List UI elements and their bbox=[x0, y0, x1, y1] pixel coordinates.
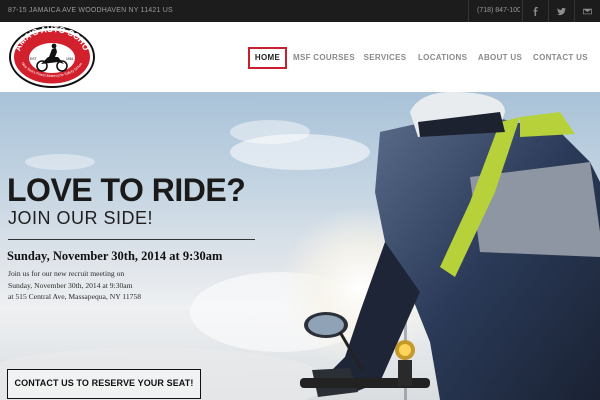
nav-locations[interactable]: LOCATIONS bbox=[418, 47, 467, 69]
event-details: Join us for our new recruit meeting on S… bbox=[8, 268, 141, 303]
event-line: Join us for our new recruit meeting on bbox=[8, 269, 125, 278]
event-line: Sunday, November 30th, 2014 at 9:30am bbox=[8, 280, 133, 290]
event-date-heading: Sunday, November 30th, 2014 at 9:30am bbox=[7, 249, 223, 263]
event-line: at 515 Central Ave, Massapequa, NY 11758 bbox=[8, 292, 142, 301]
hero-background-image bbox=[0, 92, 600, 400]
hero-banner: LOVE TO RIDE? JOIN OUR SIDE! Sunday, Nov… bbox=[0, 92, 600, 400]
nav-home[interactable]: HOME bbox=[248, 47, 287, 69]
twitter-icon[interactable] bbox=[548, 0, 574, 22]
logo-est: EST bbox=[30, 57, 37, 61]
mail-icon[interactable] bbox=[574, 0, 600, 22]
reserve-seat-button[interactable]: CONTACT US TO RESERVE YOUR SEAT! bbox=[7, 369, 201, 399]
nav-contact-us[interactable]: CONTACT US bbox=[533, 47, 588, 69]
site-header: TRAMA'S AUTO SCHOOL New York's Finest Mo… bbox=[0, 18, 600, 92]
nav-msf-courses[interactable]: MSF COURSES bbox=[293, 47, 355, 69]
school-logo[interactable]: TRAMA'S AUTO SCHOOL New York's Finest Mo… bbox=[5, 18, 96, 88]
phone-number[interactable]: (718) 847-1000 bbox=[468, 0, 520, 22]
address-text: 87-15 JAMAICA AVE WOODHAVEN NY 11421 US bbox=[8, 7, 173, 14]
hero-divider bbox=[8, 239, 255, 240]
facebook-icon[interactable] bbox=[522, 0, 548, 22]
nav-services[interactable]: SERVICES bbox=[363, 47, 407, 69]
top-bar: 87-15 JAMAICA AVE WOODHAVEN NY 11421 US … bbox=[0, 0, 600, 22]
hero-subtitle: JOIN OUR SIDE! bbox=[8, 208, 154, 228]
hero-title: LOVE TO RIDE? bbox=[7, 172, 246, 208]
nav-about-us[interactable]: ABOUT US bbox=[477, 47, 523, 69]
logo-year: 1961 bbox=[66, 57, 74, 61]
